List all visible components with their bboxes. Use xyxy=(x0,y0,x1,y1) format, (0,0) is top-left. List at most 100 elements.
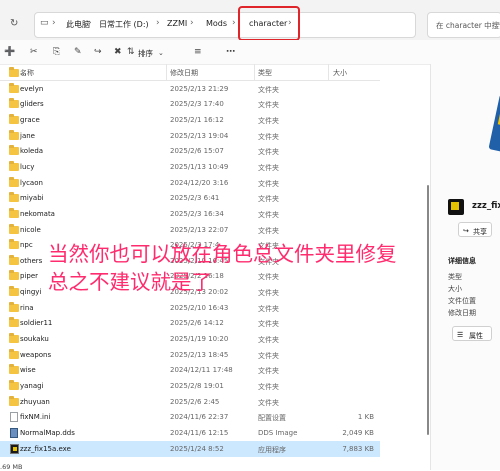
file-row[interactable]: lucy 2025/1/13 10:49 文件夹 xyxy=(0,159,380,175)
folder-icon xyxy=(9,223,19,234)
file-row[interactable]: koleda 2025/2/6 15:07 文件夹 xyxy=(0,143,380,159)
chevron-right-icon: › xyxy=(52,18,56,28)
share-icon[interactable]: ↪ xyxy=(94,47,102,57)
file-size: 2,049 KB xyxy=(342,428,374,437)
file-name: koleda xyxy=(20,147,44,156)
refresh-icon[interactable]: ↻ xyxy=(10,18,18,29)
folder-icon xyxy=(9,192,19,203)
file-type: 文件夹 xyxy=(258,398,279,407)
file-row[interactable]: rina 2025/2/10 16:43 文件夹 xyxy=(0,300,380,316)
file-name: zzz_fix15a.exe xyxy=(20,444,71,453)
breadcrumb-this-pc[interactable]: 此电脑 xyxy=(66,19,90,30)
file-name: zhuyuan xyxy=(20,397,50,406)
file-type: DDS Image xyxy=(258,428,298,437)
folder-icon xyxy=(9,98,19,109)
image-file-icon xyxy=(10,427,18,438)
search-box[interactable]: 在 character 中搜索 xyxy=(427,12,500,38)
file-row[interactable]: grace 2025/2/1 16:12 文件夹 xyxy=(0,112,380,128)
file-date: 2025/2/13 18:45 xyxy=(170,350,229,359)
detail-label-location: 文件位置 xyxy=(448,297,476,305)
scrollbar[interactable] xyxy=(427,185,429,435)
file-type: 文件夹 xyxy=(258,320,279,329)
detail-label-size: 大小 xyxy=(448,285,462,293)
sort-icon[interactable]: ⇅ xyxy=(127,47,135,57)
properties-label: 属性 xyxy=(469,332,483,340)
file-row[interactable]: zzz_fix15a.exe 2025/1/24 8:52 应用程序 7,883 KB xyxy=(0,440,380,457)
overlay-caption-line1: 当然你也可以放在角色总文件夹里修复 xyxy=(48,242,397,266)
file-row[interactable]: miyabi 2025/2/3 6:41 文件夹 xyxy=(0,190,380,206)
file-type: 文件夹 xyxy=(258,226,279,235)
file-type: 文件夹 xyxy=(258,336,279,345)
file-type: 文件夹 xyxy=(258,101,279,110)
folder-icon xyxy=(9,129,19,140)
file-name: weapons xyxy=(20,350,52,359)
file-date: 2025/1/19 10:20 xyxy=(170,335,229,344)
properties-button[interactable]: ☰ 属性 xyxy=(452,326,492,341)
file-date: 2025/2/3 16:34 xyxy=(170,209,224,218)
file-row[interactable]: lycaon 2024/12/20 3:16 文件夹 xyxy=(0,175,380,191)
file-name: grace xyxy=(20,115,40,124)
file-row[interactable]: nekomata 2025/2/3 16:34 文件夹 xyxy=(0,206,380,222)
exe-icon xyxy=(10,443,19,454)
folder-icon xyxy=(9,176,19,187)
file-row[interactable]: ... xyxy=(0,65,380,81)
file-row[interactable]: weapons 2025/2/13 18:45 文件夹 xyxy=(0,347,380,363)
breadcrumb-zzmi[interactable]: ZZMI xyxy=(167,19,187,28)
chevron-down-icon[interactable]: ⌄ xyxy=(158,49,164,57)
file-row[interactable]: jane 2025/2/13 19:04 文件夹 xyxy=(0,128,380,144)
file-name: others xyxy=(20,256,43,265)
folder-icon xyxy=(9,286,19,297)
rename-icon[interactable]: ✎ xyxy=(74,47,82,57)
file-date: 2025/2/10 16:43 xyxy=(170,303,229,312)
chevron-right-icon: › xyxy=(190,18,194,28)
breadcrumb-mods[interactable]: Mods xyxy=(206,19,227,28)
file-row[interactable]: soldier11 2025/2/6 14:12 文件夹 xyxy=(0,315,380,331)
file-name: npc xyxy=(20,241,33,250)
file-row[interactable]: yanagi 2025/2/8 19:01 文件夹 xyxy=(0,378,380,394)
file-row[interactable]: evelyn 2025/2/13 21:29 文件夹 xyxy=(0,81,380,97)
file-date: 2025/2/3 17:40 xyxy=(170,100,224,109)
file-type: 文件夹 xyxy=(258,289,279,298)
breadcrumb-drive-d[interactable]: 日常工作 (D:) xyxy=(99,19,149,30)
file-name: miyabi xyxy=(20,194,44,203)
details-title: zzz_fix1 xyxy=(472,201,500,211)
file-type: 文件夹 xyxy=(258,304,279,313)
highlight-box xyxy=(238,6,300,41)
file-size: 1 KB xyxy=(357,413,374,422)
sort-button[interactable]: 排序 xyxy=(138,48,153,59)
folder-icon xyxy=(9,113,19,124)
share-icon: ↪ xyxy=(463,227,469,235)
share-button[interactable]: ↪ 共享 xyxy=(458,222,492,237)
file-row[interactable]: fixNM.ini 2024/11/6 22:37 配置设置 1 KB xyxy=(0,409,380,425)
file-date: 2024/12/20 3:16 xyxy=(170,178,229,187)
folder-icon xyxy=(9,380,19,390)
more-icon[interactable]: ⋯ xyxy=(226,47,235,57)
file-name: soldier11 xyxy=(20,319,53,328)
overlay-caption-line2: 总之不建议就是了 xyxy=(48,270,212,294)
file-row[interactable]: soukaku 2025/1/19 10:20 文件夹 xyxy=(0,331,380,347)
file-name: yanagi xyxy=(20,382,44,390)
file-date: 2025/2/1 16:12 xyxy=(170,115,224,124)
copy-icon[interactable]: ⎘ xyxy=(53,47,60,57)
folder-icon xyxy=(9,160,19,171)
cut-icon[interactable]: ✂ xyxy=(30,47,38,57)
file-row[interactable]: nicole 2025/2/13 22:07 文件夹 xyxy=(0,222,380,238)
chevron-right-icon: › xyxy=(232,18,236,28)
view-icon[interactable]: ≡ xyxy=(194,47,202,57)
folder-icon xyxy=(9,207,19,218)
folder-icon xyxy=(9,317,19,328)
file-date: 2025/2/3 6:41 xyxy=(170,194,220,203)
file-type: 文件夹 xyxy=(258,383,279,391)
file-date: 2025/2/13 19:04 xyxy=(170,131,229,140)
ini-file-icon xyxy=(10,412,18,423)
file-row[interactable]: NormalMap.dds 2024/11/6 12:15 DDS Image 2,0… xyxy=(0,425,380,441)
file-date: 2024/11/6 22:37 xyxy=(170,413,229,422)
new-icon[interactable]: ➕ xyxy=(4,47,15,57)
file-date: 2025/2/6 2:45 xyxy=(170,397,220,406)
delete-icon[interactable]: ✖ xyxy=(114,47,122,57)
file-type: 文件夹 xyxy=(258,116,279,125)
file-row[interactable]: zhuyuan 2025/2/6 2:45 文件夹 xyxy=(0,394,380,410)
file-row[interactable]: gliders 2025/2/3 17:40 文件夹 xyxy=(0,96,380,112)
file-row[interactable]: wise 2024/12/11 17:48 文件夹 xyxy=(0,362,380,378)
file-type: 文件夹 xyxy=(258,132,279,141)
